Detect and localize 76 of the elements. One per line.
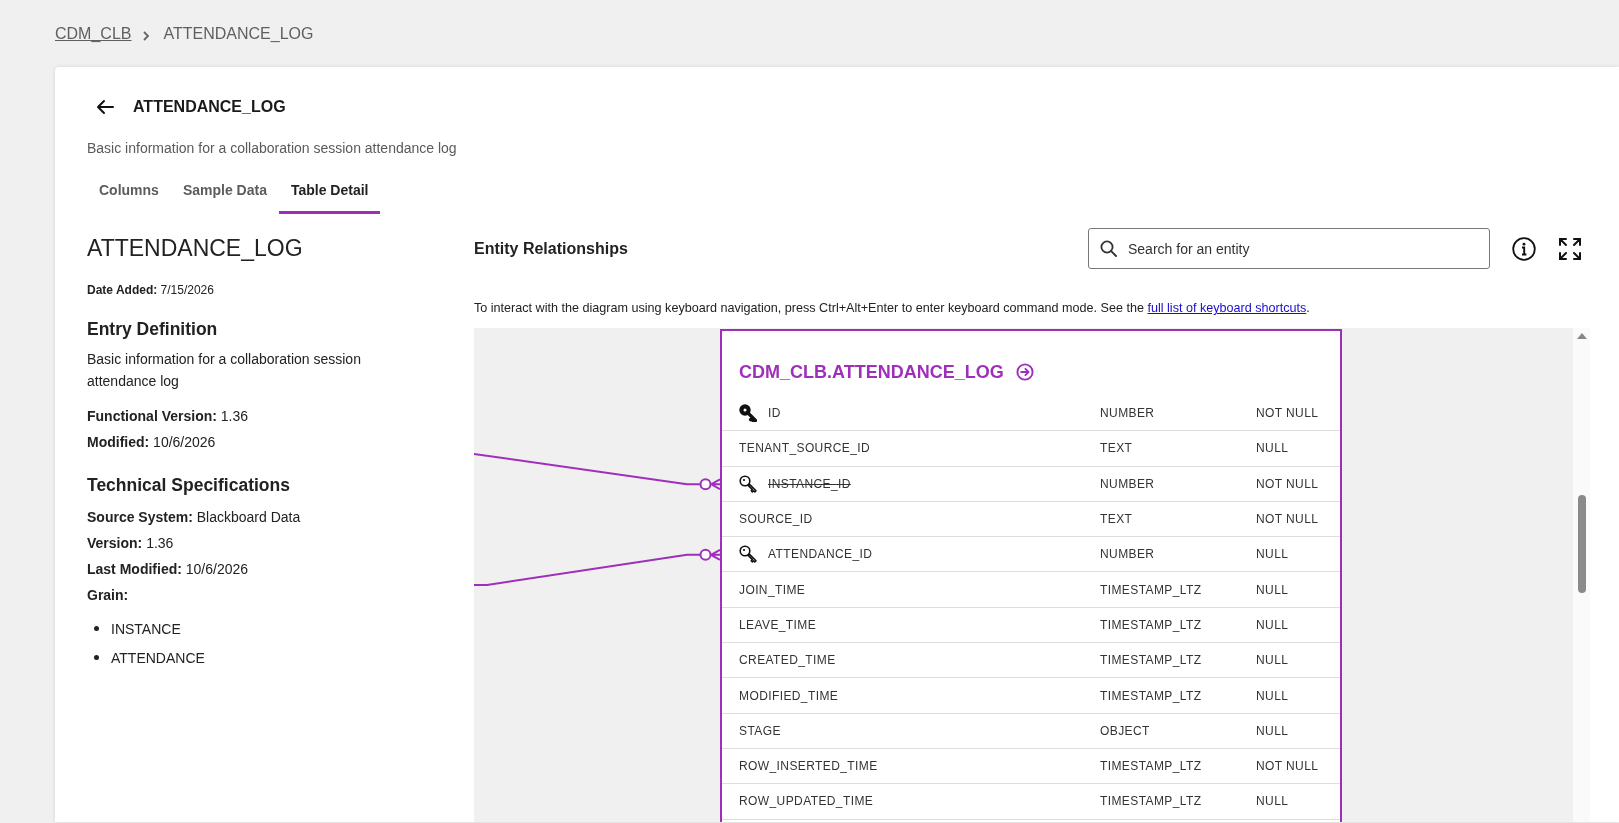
column-type: TIMESTAMP_LTZ bbox=[1100, 617, 1203, 632]
column-nullability: NOT NULL bbox=[1256, 476, 1320, 491]
keyboard-help-text: To interact with the diagram using keyboard navigation, press Ctrl+Alt+Enter to enter keyboard command mode. See the full list of keyboard shortcuts. bbox=[474, 300, 1311, 317]
breadcrumb-link[interactable]: CDM_CLB bbox=[55, 24, 132, 43]
column-nullability: NOT NULL bbox=[1256, 759, 1320, 774]
info-icon bbox=[1512, 236, 1536, 261]
column-nullability: NOT NULL bbox=[1256, 512, 1320, 527]
column-name: INSTANCE_ID bbox=[768, 476, 851, 491]
field-text: Version: 1.36 bbox=[87, 534, 175, 553]
bullet-icon bbox=[94, 626, 99, 631]
column-nullability: NULL bbox=[1256, 547, 1290, 562]
column-nullability: NULL bbox=[1256, 794, 1290, 809]
column-type: TIMESTAMP_LTZ bbox=[1100, 759, 1203, 774]
field-text: Last Modified: 10/6/2026 bbox=[87, 560, 250, 579]
search-icon bbox=[1100, 240, 1117, 257]
date-added-text: Date Added: 7/15/2026 bbox=[87, 282, 215, 299]
column-name: STAGE bbox=[739, 723, 781, 738]
tab[interactable]: Sample Data bbox=[170, 169, 279, 214]
column-nullability: NOT NULL bbox=[1256, 406, 1320, 421]
column-type: NUMBER bbox=[1100, 406, 1156, 421]
column-type: TIMESTAMP_LTZ bbox=[1100, 582, 1203, 597]
column-type: TEXT bbox=[1100, 512, 1134, 527]
column-name: MODIFIED_TIME bbox=[739, 688, 839, 703]
back-arrow-icon bbox=[96, 99, 114, 115]
search-field[interactable]: Search for an entity bbox=[1088, 228, 1490, 269]
fullscreen-icon bbox=[1558, 236, 1582, 261]
column-name: LEAVE_TIME bbox=[739, 617, 817, 632]
list-label: Grain: bbox=[87, 586, 130, 605]
fullscreen-button[interactable] bbox=[1558, 236, 1582, 261]
tab[interactable]: Table Detail bbox=[278, 169, 381, 214]
column-type: TEXT bbox=[1100, 441, 1134, 456]
column-nullability: NULL bbox=[1256, 582, 1290, 597]
column-name: SOURCE_ID bbox=[739, 512, 813, 527]
column-name: CREATED_TIME bbox=[739, 653, 836, 668]
section-heading: Technical Specifications bbox=[87, 474, 291, 497]
info-button[interactable] bbox=[1512, 236, 1536, 261]
column-nullability: NULL bbox=[1256, 688, 1290, 703]
key-outline-icon bbox=[739, 474, 757, 493]
column-type: TIMESTAMP_LTZ bbox=[1100, 653, 1203, 668]
column-name: ATTENDANCE_ID bbox=[768, 547, 873, 562]
page-title: ATTENDANCE_LOG bbox=[133, 98, 286, 116]
column-name: ROW_UPDATED_TIME bbox=[739, 794, 874, 809]
detail-title: ATTENDANCE_LOG bbox=[87, 234, 304, 263]
column-nullability: NULL bbox=[1256, 441, 1290, 456]
column-type: OBJECT bbox=[1100, 723, 1151, 738]
bullet-icon bbox=[94, 655, 99, 660]
column-name: TENANT_SOURCE_ID bbox=[739, 441, 871, 456]
column-nullability: NULL bbox=[1256, 617, 1290, 632]
breadcrumb-current: ATTENDANCE_LOG bbox=[163, 24, 314, 43]
field-text: Source System: Blackboard Data bbox=[87, 508, 302, 527]
column-nullability: NULL bbox=[1256, 723, 1290, 738]
scrollbar-thumb[interactable] bbox=[1577, 495, 1586, 593]
page-description: Basic information for a collaboration session attendance log bbox=[87, 139, 458, 158]
list-item: INSTANCE bbox=[111, 620, 181, 637]
column-name: ROW_INSERTED_TIME bbox=[739, 759, 878, 774]
column-type: NUMBER bbox=[1100, 476, 1156, 491]
tab[interactable]: Columns bbox=[87, 169, 171, 214]
field-text: Modified: 10/6/2026 bbox=[87, 433, 217, 452]
column-name: ID bbox=[768, 406, 781, 421]
column-type: NUMBER bbox=[1100, 547, 1156, 562]
chevron-right-icon bbox=[143, 31, 151, 41]
field-text: Functional Version: 1.36 bbox=[87, 407, 250, 426]
list-item: ATTENDANCE bbox=[111, 649, 205, 666]
section-heading: Entry Definition bbox=[87, 318, 219, 341]
key-outline-icon bbox=[739, 545, 757, 564]
column-name: JOIN_TIME bbox=[739, 582, 806, 597]
arrow-circle-icon[interactable] bbox=[1015, 363, 1034, 381]
column-type: TIMESTAMP_LTZ bbox=[1100, 794, 1203, 809]
section-title: Entity Relationships bbox=[474, 239, 629, 258]
column-type: TIMESTAMP_LTZ bbox=[1100, 688, 1203, 703]
key-icon bbox=[739, 404, 757, 423]
section-description: Basic information for a collaboration session attendance log bbox=[87, 350, 362, 391]
entity-title: CDM_CLB.ATTENDANCE_LOG bbox=[739, 361, 1004, 383]
scroll-up-icon[interactable] bbox=[1576, 333, 1587, 339]
column-nullability: NULL bbox=[1256, 653, 1290, 668]
back-button[interactable] bbox=[96, 99, 114, 115]
